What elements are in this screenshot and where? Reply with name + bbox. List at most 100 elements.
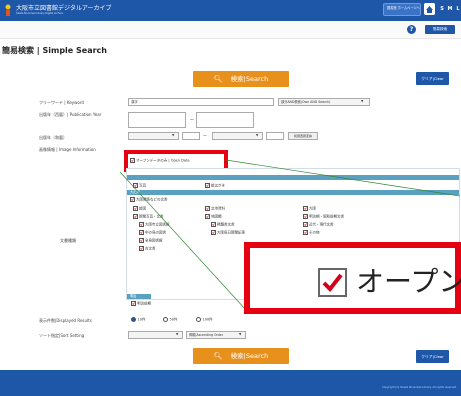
checkbox-photo[interactable]: 写真	[133, 182, 146, 189]
checkbox-col1-4[interactable]: 全島図書館	[139, 237, 163, 244]
doc-type-label: 文書種類	[60, 238, 76, 243]
checkbox-label: 絵図	[139, 206, 146, 211]
checkbox-col3-2[interactable]: 近代・現代文書	[303, 221, 334, 228]
font-size-medium-button[interactable]: M	[446, 4, 454, 15]
checkbox-postcard[interactable]: 絵はがき	[205, 182, 225, 189]
clear-button-bottom[interactable]: クリア|Clear	[416, 350, 449, 363]
checkbox-label: 交渉資料	[211, 206, 225, 211]
era-to-year-input[interactable]	[266, 132, 284, 140]
font-size-large-button[interactable]: L	[454, 4, 461, 15]
checkbox-box	[211, 229, 216, 235]
era-convert-button[interactable]: 和暦西暦変換	[288, 132, 318, 140]
checkbox-col2-0[interactable]: 交渉資料	[205, 205, 225, 212]
era-from-year-input[interactable]	[182, 132, 200, 140]
checkbox-label: 近代・現代文書	[309, 222, 334, 227]
checkbox-label: 地図類	[211, 214, 222, 219]
checkbox-label: 明治期・昭和前期文書	[309, 214, 344, 219]
checkbox-col1-0[interactable]: 絵図	[133, 205, 146, 212]
results-label: 表示件数|Displayed Results	[39, 318, 92, 323]
simple-search-link[interactable]: 簡易検索	[425, 25, 455, 34]
pubyear-label: 出版年（西暦）| Publication Year	[39, 112, 102, 117]
checkbox-label: 中の島の図書	[145, 230, 166, 235]
checkbox-label: 全島図書館	[145, 238, 163, 243]
checkbox-label: 古文書	[145, 246, 156, 251]
checkbox-col1-1[interactable]: 新聞写真・文書	[133, 213, 164, 220]
checkbox-col3-0[interactable]: 大阪	[303, 205, 316, 212]
checkbox-col2-2[interactable]: 稀覯書文書	[211, 221, 235, 228]
checkbox-box	[139, 237, 144, 243]
sort-label: ソート指定|Sort Setting	[39, 333, 85, 338]
panel-meiji-bar[interactable]: 明治	[127, 294, 151, 299]
chevron-down-icon: ▼	[176, 332, 179, 336]
pubyear-japanese-label: 出版年（和暦）	[39, 135, 67, 140]
checkbox-label: 稀覯書文書	[217, 222, 235, 227]
zoom-open-text: オープン	[356, 265, 461, 298]
checkbox-label: 大阪関係などの文書	[136, 197, 168, 202]
library-logo-icon	[5, 4, 11, 16]
checkbox-label: 新聞写真・文書	[139, 214, 164, 219]
checkbox-col1-2[interactable]: 大阪市立図書館	[139, 221, 170, 228]
checkbox-box	[139, 229, 144, 235]
checkbox-box	[205, 182, 210, 188]
checkbox-box	[303, 205, 308, 211]
results-radio-10[interactable]: 10件	[131, 317, 145, 323]
font-size-small-button[interactable]: S	[438, 4, 446, 15]
checkbox-box	[303, 213, 308, 219]
search-icon: 🔍︎	[213, 352, 223, 360]
checkbox-box	[211, 221, 216, 227]
checkbox-col2-1[interactable]: 地図類	[205, 213, 222, 220]
checkbox-box	[205, 205, 210, 211]
pubyear-range-tilde: 〜	[190, 117, 194, 122]
checkbox-box	[139, 245, 144, 251]
sort-order-select[interactable]: 昇順|Ascending Order	[186, 331, 246, 339]
checkbox-label: 大阪市立図書館	[145, 222, 170, 227]
help-icon[interactable]: ?	[407, 25, 416, 34]
home-icon[interactable]	[424, 3, 435, 15]
checkbox-col3-3[interactable]: その他	[303, 229, 320, 236]
clear-button-top[interactable]: クリア|Clear	[416, 72, 449, 85]
keyword-input[interactable]: 漢字	[128, 98, 274, 106]
checkbox-box	[131, 300, 136, 306]
checkbox-col3-1[interactable]: 明治期・昭和前期文書	[303, 213, 344, 220]
radio-dot	[196, 317, 201, 322]
results-radio-100[interactable]: 100件	[196, 317, 213, 323]
radio-label: 10件	[137, 317, 146, 322]
radio-dot	[163, 317, 168, 322]
keyword-mode-select[interactable]: 部分AND検索(Own AND Search)	[278, 98, 370, 106]
big-checkbox	[318, 268, 347, 297]
image-info-label: 画像情報 | Image Information	[39, 147, 96, 152]
checkbox-box	[205, 213, 210, 219]
results-radio-50[interactable]: 50件	[163, 317, 177, 323]
checkbox-label: 絵はがき	[211, 183, 225, 188]
checkbox-label: 大阪毎日新聞記事	[217, 230, 245, 235]
checkbox-box	[133, 213, 138, 219]
chevron-down-icon: ▼	[361, 99, 364, 103]
radio-dot	[131, 317, 136, 322]
chevron-down-icon: ▼	[256, 133, 259, 137]
search-button-label: 検索|Search	[230, 352, 269, 360]
chevron-down-icon: ▼	[172, 133, 175, 137]
chevron-down-icon: ▼	[239, 332, 242, 336]
page-title: 簡易検索 | Simple Search	[2, 46, 107, 55]
checkbox-meiji-early[interactable]: 明治前期	[131, 300, 151, 307]
checkbox-col2-3[interactable]: 大阪毎日新聞記事	[211, 229, 245, 236]
check-icon	[322, 273, 343, 293]
sort-field-select[interactable]	[128, 331, 183, 339]
checkbox-col1-5[interactable]: 古文書	[139, 245, 156, 252]
pubyear-to-input[interactable]	[196, 112, 254, 128]
search-icon: 🔍︎	[213, 75, 223, 83]
panel-era-bar[interactable]: 大正期	[127, 190, 459, 195]
library-homepage-button[interactable]: 図書館 ホームページへ	[383, 3, 421, 16]
radio-label: 50件	[169, 317, 178, 322]
copyright-text: Copyright (C) Osaka Municipal Library. A…	[381, 386, 457, 389]
search-button-top[interactable]: 🔍︎ 検索|Search	[193, 71, 289, 87]
site-footer: Copyright (C) Osaka Municipal Library. A…	[0, 370, 461, 396]
site-title[interactable]: 大阪市立図書館デジタルアーカイブ	[16, 3, 112, 12]
pubyear-from-input[interactable]	[128, 112, 186, 128]
checkbox-box	[133, 182, 138, 188]
checkbox-col1-3[interactable]: 中の島の図書	[139, 229, 166, 236]
checkbox-box	[130, 196, 135, 202]
group-checkbox-osaka-docs[interactable]: 大阪関係などの文書	[130, 196, 168, 203]
search-button-bottom[interactable]: 🔍︎ 検索|Search	[193, 348, 289, 364]
checkbox-box	[133, 205, 138, 211]
